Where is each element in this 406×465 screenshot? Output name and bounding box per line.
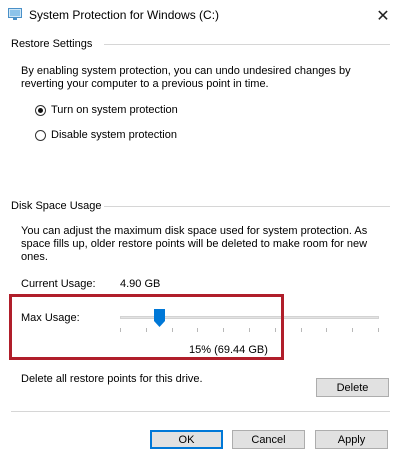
radio-turn-on-protection[interactable]: Turn on system protection: [35, 104, 178, 116]
divider: [11, 411, 390, 412]
delete-description: Delete all restore points for this drive…: [21, 373, 203, 385]
close-icon[interactable]: ✕: [360, 0, 406, 31]
cancel-button[interactable]: Cancel: [232, 430, 305, 449]
disk-description: You can adjust the maximum disk space us…: [21, 225, 368, 263]
disk-usage-heading: Disk Space Usage: [11, 200, 102, 212]
ok-button[interactable]: OK: [150, 430, 223, 449]
max-usage-highlight: [9, 294, 284, 360]
current-usage-label: Current Usage:: [21, 278, 96, 290]
restore-description: By enabling system protection, you can u…: [21, 65, 351, 90]
divider: [104, 44, 390, 45]
slider-tick: [326, 328, 327, 332]
radio-label: Turn on system protection: [51, 104, 178, 116]
radio-disable-protection[interactable]: Disable system protection: [35, 129, 177, 141]
apply-button[interactable]: Apply: [315, 430, 388, 449]
radio-label: Disable system protection: [51, 129, 177, 141]
current-usage-value: 4.90 GB: [120, 278, 161, 290]
title-bar: System Protection for Windows (C:) ✕: [0, 0, 406, 31]
system-protection-icon: [8, 8, 22, 20]
slider-tick: [352, 328, 353, 332]
delete-button[interactable]: Delete: [316, 378, 389, 397]
slider-tick: [301, 328, 302, 332]
radio-button-selected[interactable]: [35, 104, 46, 116]
slider-tick: [378, 328, 379, 332]
window-title: System Protection for Windows (C:): [29, 8, 220, 22]
restore-settings-heading: Restore Settings: [11, 38, 93, 50]
divider: [104, 206, 390, 207]
radio-button[interactable]: [35, 129, 46, 141]
